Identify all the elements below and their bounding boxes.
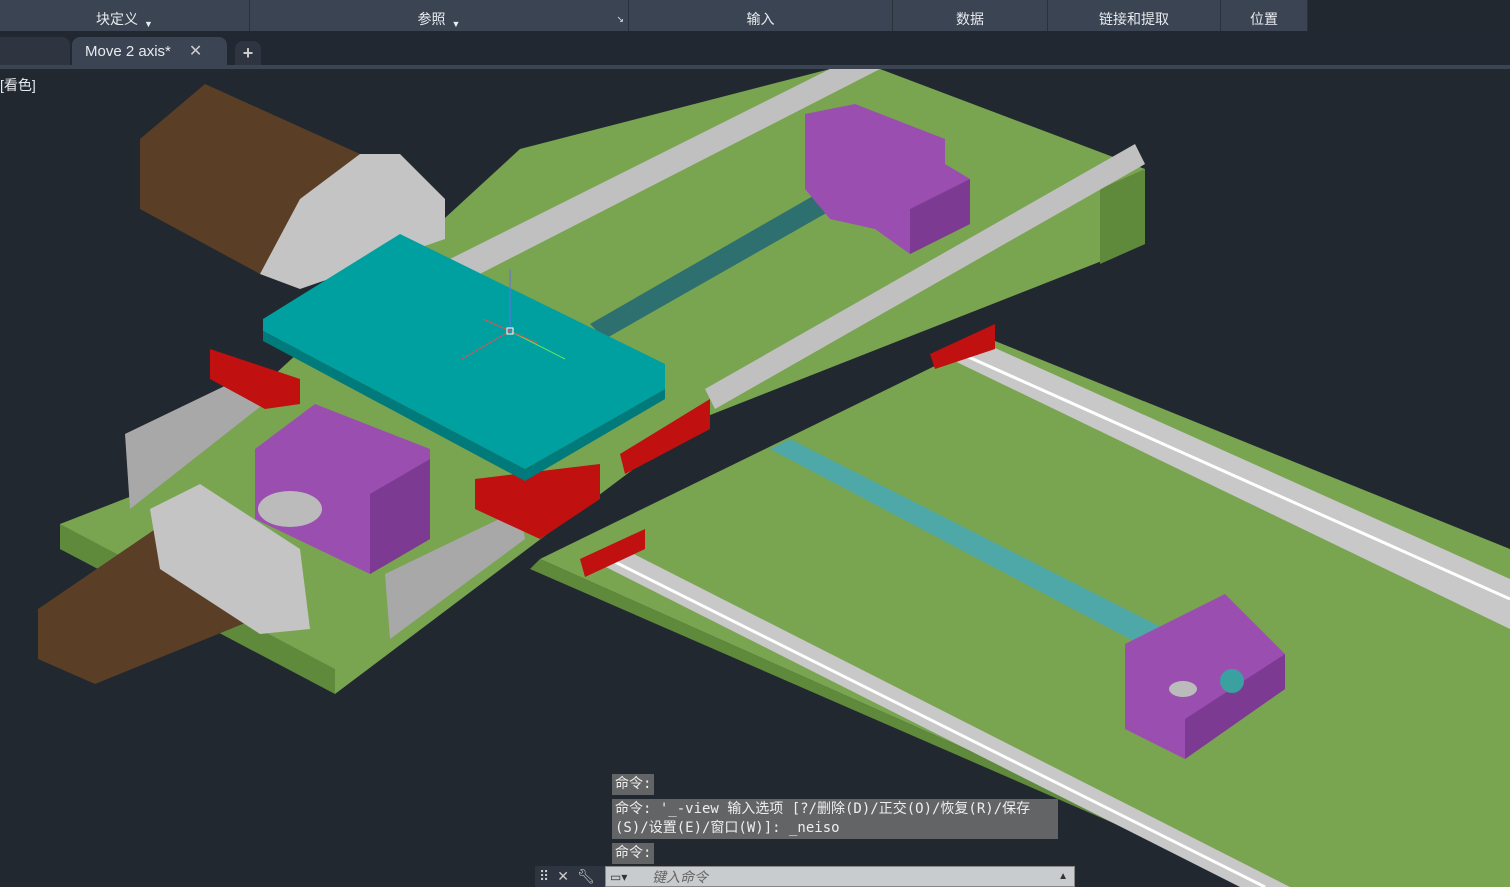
wrench-icon[interactable]: 🔧︎ xyxy=(577,868,595,885)
command-prompt-icon[interactable]: ▭▾ xyxy=(610,867,627,887)
visual-style-control[interactable]: [看色] xyxy=(0,75,36,95)
bearing-icon xyxy=(1220,669,1244,693)
panel-link-extract[interactable]: 链接和提取 xyxy=(1048,0,1221,31)
coupling-icon xyxy=(258,491,322,527)
panel-label: 位置 xyxy=(1250,11,1278,27)
close-icon[interactable]: ✕ xyxy=(189,41,202,61)
chevron-down-icon: ▼ xyxy=(451,19,461,29)
command-history-line: 命令: xyxy=(612,774,655,795)
command-history-line: 命令: '_-view 输入选项 [?/删除(D)/正交(O)/恢复(R)/保存… xyxy=(612,799,1058,839)
3d-model-viewport[interactable] xyxy=(0,69,1510,887)
ribbon: 块定义 ▼ 参照 ▼ ↘ 输入 数据 链接和提取 位置 xyxy=(0,0,1308,31)
file-tab-bar: Move 2 axis* ✕ + xyxy=(0,31,1510,65)
panel-import[interactable]: 输入 xyxy=(629,0,893,31)
tab-label: Move 2 axis* xyxy=(85,42,171,60)
panel-reference[interactable]: 参照 ▼ ↘ xyxy=(250,0,629,31)
ribbon-empty xyxy=(1308,0,1510,31)
file-tab-inactive[interactable] xyxy=(0,37,70,65)
panel-label: 数据 xyxy=(956,11,984,27)
chevron-up-icon[interactable]: ▲ xyxy=(1058,867,1068,887)
panel-label: 输入 xyxy=(746,11,775,27)
panel-label: 块定义 xyxy=(96,11,139,27)
close-icon[interactable]: ✕ xyxy=(557,868,569,885)
chevron-down-icon: ▼ xyxy=(144,19,153,29)
file-tab-active[interactable]: Move 2 axis* ✕ xyxy=(72,37,227,65)
command-history-line: 命令: xyxy=(612,843,655,864)
panel-block-definition[interactable]: 块定义 ▼ xyxy=(0,0,250,31)
new-tab-button[interactable]: + xyxy=(235,41,261,65)
bolt-icon xyxy=(1169,681,1197,697)
panel-data[interactable]: 数据 xyxy=(893,0,1048,31)
command-placeholder: 键入命令 xyxy=(652,869,708,885)
panel-location[interactable]: 位置 xyxy=(1221,0,1308,31)
drag-handle-icon[interactable]: ⠿ xyxy=(539,868,549,885)
panel-label: 链接和提取 xyxy=(1099,11,1169,27)
panel-label: 参照 xyxy=(417,11,446,27)
command-line-bar: ⠿ ✕ 🔧︎ xyxy=(535,866,605,887)
command-input[interactable]: ▭▾ 键入命令 ▲ xyxy=(605,866,1075,887)
dialog-launcher-icon[interactable]: ↘ xyxy=(616,14,624,25)
